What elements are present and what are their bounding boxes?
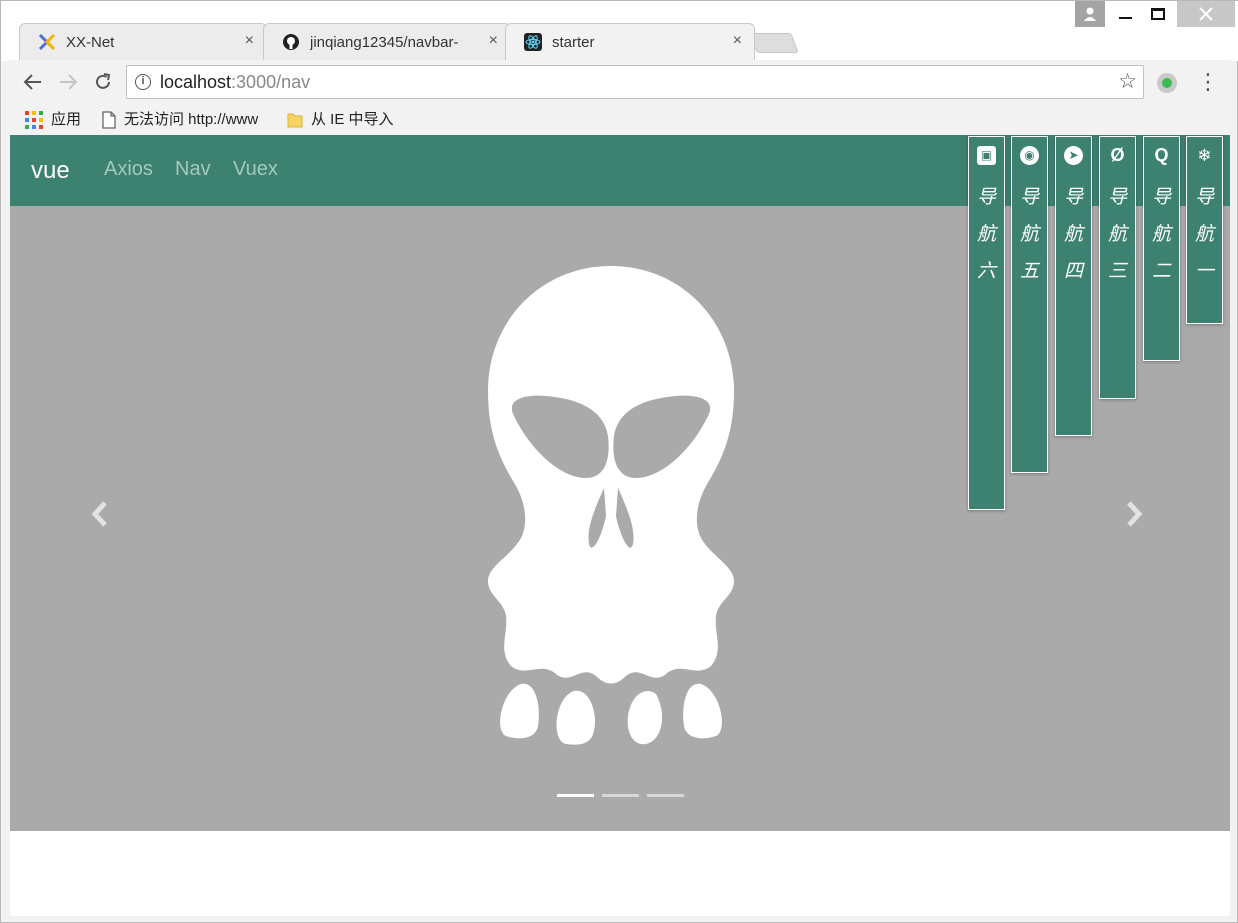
bookmark-label: 无法访问 http://www [124, 111, 259, 128]
side-nav-char: 导 [1151, 187, 1171, 208]
tab-title: jinqiang12345/navbar- [310, 34, 459, 51]
side-nav-char: 航 [1063, 224, 1083, 245]
side-nav-label: 导航三 [1100, 179, 1135, 290]
side-nav-label: 导航六 [969, 179, 1004, 290]
side-nav-char: 四 [1063, 261, 1083, 282]
no-symbol-icon: Ø [1110, 145, 1125, 165]
reload-button[interactable] [89, 68, 117, 96]
minimize-button[interactable] [1111, 1, 1139, 27]
maximize-button[interactable] [1143, 1, 1173, 27]
tab-github[interactable]: jinqiang12345/navbar- × [263, 23, 511, 60]
folder-icon [287, 113, 303, 128]
side-nav-label: 导航五 [1012, 179, 1047, 290]
chevron-right-icon [1127, 501, 1143, 527]
side-nav-char: 一 [1194, 261, 1214, 282]
new-tab-button[interactable] [749, 33, 799, 53]
side-nav-label: 导航二 [1144, 179, 1179, 290]
extension-icon[interactable] [1157, 73, 1177, 93]
forward-button[interactable] [54, 68, 82, 96]
contacts-icon: ▣ [977, 146, 996, 165]
side-nav-char: 三 [1107, 261, 1127, 282]
compass-icon: ◉ [1020, 146, 1039, 165]
side-nav-item-1[interactable]: ❄ 导航一 [1186, 136, 1223, 324]
apps-grid-icon [25, 111, 43, 130]
address-bar[interactable]: i localhost:3000/nav ☆ [126, 65, 1144, 99]
maximize-icon [1151, 8, 1165, 20]
user-icon [1084, 7, 1096, 21]
side-nav-char: 航 [1151, 224, 1171, 245]
side-nav-char: 导 [976, 187, 996, 208]
back-button[interactable] [19, 68, 47, 96]
bookmark-apps[interactable]: 应用 [25, 108, 81, 130]
browser-toolbar: i localhost:3000/nav ☆ ⋮ [9, 60, 1231, 104]
close-icon[interactable]: × [489, 32, 498, 50]
nav-link-axios[interactable]: Axios [104, 158, 153, 181]
nav-link-nav[interactable]: Nav [175, 158, 211, 181]
page-content: vue Axios Nav Vuex ▣ 导 航 六 ◉ 导 航 五 ➤ 导 航… [10, 135, 1230, 916]
carousel-indicator[interactable] [602, 794, 639, 797]
bookmarks-bar: 应用 无法访问 http://www 从 IE 中导入 [9, 104, 1231, 134]
title-bar: XX-Net × jinqiang12345/navbar- × starter… [1, 1, 1238, 61]
tab-xx-net[interactable]: XX-Net × [19, 23, 267, 60]
quora-icon: Q [1154, 145, 1169, 165]
tab-title: starter [552, 34, 595, 51]
side-nav-char: 航 [1107, 224, 1127, 245]
github-icon [283, 34, 299, 50]
arrow-left-icon [23, 74, 41, 90]
side-nav-char: 导 [1107, 187, 1127, 208]
side-nav-char: 五 [1019, 261, 1039, 282]
react-icon [524, 33, 542, 51]
side-nav-char: 航 [976, 224, 996, 245]
skull-illustration [488, 266, 734, 745]
url-text: localhost:3000/nav [160, 72, 310, 93]
browser-window: XX-Net × jinqiang12345/navbar- × starter… [0, 0, 1238, 923]
telegram-icon: ➤ [1064, 146, 1083, 165]
side-nav-item-3[interactable]: Ø 导航三 [1099, 136, 1136, 399]
arrow-right-icon [60, 74, 78, 90]
close-icon[interactable]: × [245, 32, 254, 50]
side-nav-char: 六 [976, 261, 996, 282]
carousel-prev-button[interactable] [90, 498, 110, 537]
side-nav-char: 二 [1151, 261, 1171, 282]
carousel-indicator[interactable] [647, 794, 684, 797]
bookmark-ie-import[interactable]: 从 IE 中导入 [287, 108, 394, 130]
tab-title: XX-Net [66, 34, 115, 51]
chevron-left-icon [91, 501, 107, 527]
xx-net-icon [38, 33, 56, 51]
side-nav-char: 导 [1019, 187, 1039, 208]
side-nav-item-2[interactable]: Q 导航二 [1143, 136, 1180, 361]
url-path: :3000/nav [231, 72, 311, 92]
nav-link-vuex[interactable]: Vuex [233, 158, 278, 181]
side-nav-char: 航 [1194, 224, 1214, 245]
menu-icon[interactable]: ⋮ [1197, 69, 1219, 95]
close-icon[interactable]: × [733, 32, 742, 50]
window-close-button[interactable] [1177, 1, 1235, 27]
bookmark-unreachable[interactable]: 无法访问 http://www [102, 108, 272, 130]
side-nav-item-5[interactable]: ◉ 导航五 [1011, 136, 1048, 473]
star-icon[interactable]: ☆ [1118, 69, 1137, 94]
minimize-icon [1119, 17, 1132, 19]
brand-link[interactable]: vue [31, 157, 70, 185]
side-nav-char: 导 [1063, 187, 1083, 208]
carousel-next-button[interactable] [1124, 498, 1144, 537]
close-icon [1199, 7, 1213, 21]
url-host: localhost [160, 72, 232, 92]
side-nav-char: 导 [1194, 187, 1214, 208]
info-icon[interactable]: i [135, 74, 151, 90]
snowflake-icon: ❄ [1197, 146, 1212, 165]
profile-button[interactable] [1075, 1, 1105, 27]
side-nav-label: 导航一 [1187, 179, 1222, 290]
side-nav-item-6[interactable]: ▣ 导航六 [968, 136, 1005, 510]
side-nav-item-4[interactable]: ➤ 导航四 [1055, 136, 1092, 436]
page-icon [102, 111, 116, 129]
bookmark-label: 从 IE 中导入 [311, 111, 394, 128]
tab-starter[interactable]: starter × [505, 23, 755, 60]
bookmark-label: 应用 [51, 111, 82, 128]
side-nav-char: 航 [1019, 224, 1039, 245]
reload-icon [96, 73, 111, 89]
carousel-indicator[interactable] [557, 794, 594, 797]
side-nav-label: 导航四 [1056, 179, 1091, 290]
